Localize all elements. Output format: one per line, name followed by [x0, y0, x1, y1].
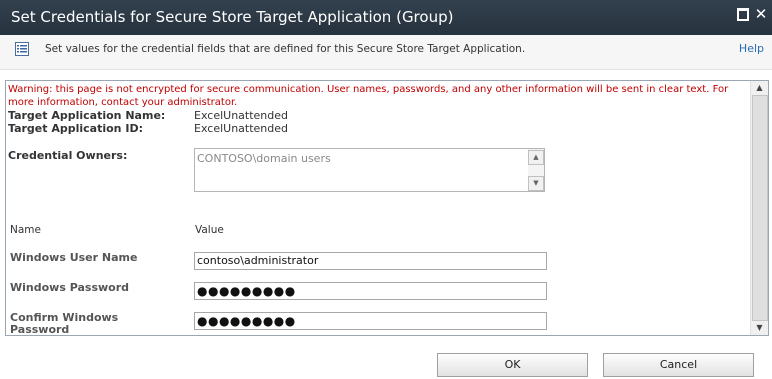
title-bar: Set Credentials for Secure Store Target …: [0, 0, 772, 35]
target-app-id-label: Target Application ID:: [8, 122, 143, 135]
security-warning: Warning: this page is not encrypted for …: [8, 84, 729, 108]
windows-password-input[interactable]: ●●●●●●●●●: [194, 282, 547, 300]
confirm-windows-password-input[interactable]: ●●●●●●●●●: [194, 312, 547, 330]
scroll-up-icon[interactable]: ▲: [528, 150, 544, 165]
credential-owners-value: CONTOSO\domain users: [197, 152, 331, 165]
form-panel: Warning: this page is not encrypted for …: [5, 80, 769, 336]
help-link[interactable]: Help: [739, 42, 764, 55]
ok-button[interactable]: OK: [437, 353, 588, 377]
windows-user-name-label: Windows User Name: [10, 251, 138, 264]
target-app-id-value: ExcelUnattended: [194, 122, 288, 135]
scroll-down-icon[interactable]: ▼: [752, 321, 767, 334]
credential-owners-box[interactable]: CONTOSO\domain users ▲ ▼: [194, 148, 545, 192]
maximize-icon[interactable]: [736, 7, 750, 21]
windows-user-name-input[interactable]: contoso\administrator: [194, 252, 547, 270]
confirm-windows-password-label: Confirm Windows Password: [10, 311, 119, 336]
name-column-header: Name: [10, 224, 41, 236]
target-app-name-value: ExcelUnattended: [194, 109, 288, 122]
windows-password-label: Windows Password: [10, 281, 130, 294]
value-column-header: Value: [195, 224, 224, 236]
form-scrollbar[interactable]: ▲ ▼: [750, 81, 768, 335]
list-description-icon: [15, 42, 29, 56]
dialog-description: Set values for the credential fields tha…: [45, 43, 526, 55]
scroll-down-icon[interactable]: ▼: [528, 176, 544, 191]
cancel-button[interactable]: Cancel: [603, 353, 754, 377]
owners-scrollbar[interactable]: ▲ ▼: [528, 149, 544, 191]
description-bar: Set values for the credential fields tha…: [0, 35, 772, 70]
close-icon[interactable]: ✕: [754, 7, 768, 22]
target-app-name-label: Target Application Name:: [8, 109, 166, 122]
scrollbar-thumb[interactable]: [752, 95, 768, 321]
credential-owners-label: Credential Owners:: [8, 149, 128, 162]
scroll-up-icon[interactable]: ▲: [752, 81, 767, 94]
dialog-title: Set Credentials for Secure Store Target …: [11, 8, 454, 26]
